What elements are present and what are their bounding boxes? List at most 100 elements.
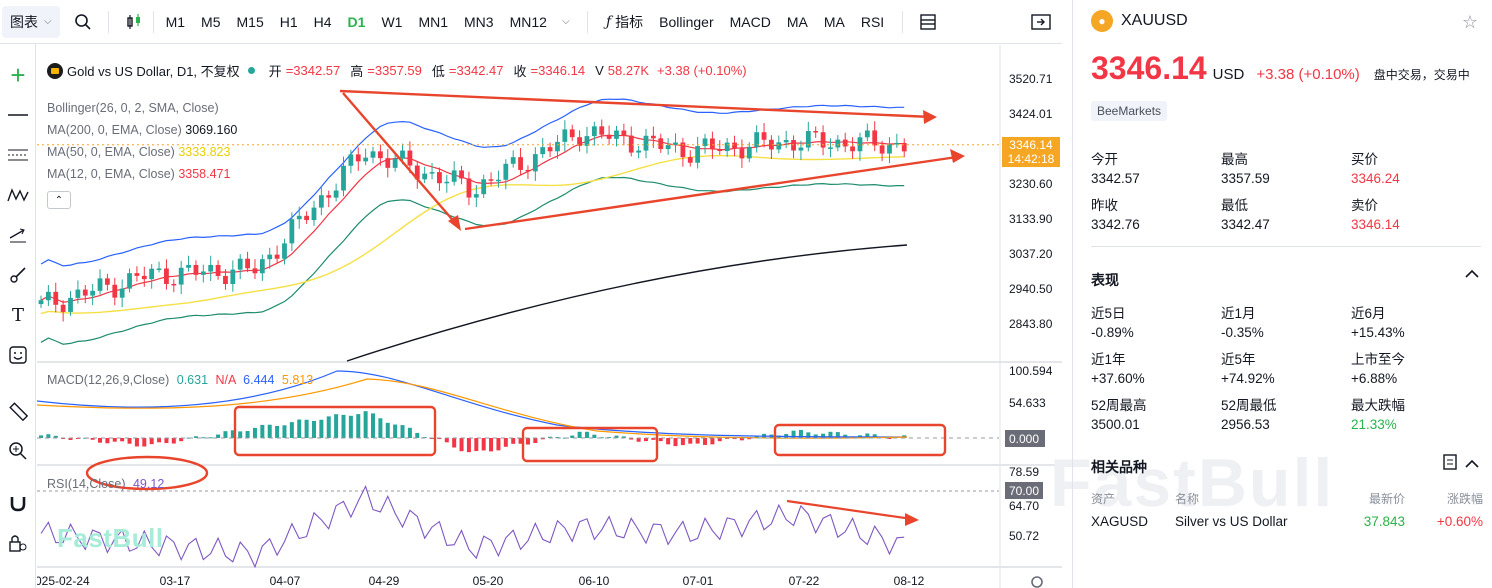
timeframe-h1[interactable]: H1	[272, 7, 306, 37]
candle-body	[842, 139, 848, 147]
stat-value: 3346.14	[1351, 217, 1400, 232]
chevron-up-icon[interactable]	[1465, 456, 1479, 472]
text-icon[interactable]: T	[3, 300, 33, 330]
ma12-legend[interactable]: MA(12, 0, EMA, Close) 3358.471	[47, 167, 230, 181]
date-axis-label: 07-22	[789, 574, 820, 588]
candle-body	[636, 150, 642, 153]
trend-line-icon[interactable]	[3, 100, 33, 130]
timeframe-h4[interactable]: H4	[306, 7, 340, 37]
rsi-axis-label: 50.72	[1009, 529, 1039, 543]
timeframe-mn1[interactable]: MN1	[410, 7, 456, 37]
stat-label: 买价	[1351, 152, 1378, 167]
star-icon[interactable]: ☆	[1462, 12, 1478, 33]
perf-value: -0.89%	[1091, 325, 1134, 340]
list-icon[interactable]	[1443, 454, 1457, 473]
emoji-icon[interactable]	[3, 340, 33, 370]
table-row[interactable]: XAGUSD Silver vs US Dollar 37.843 +0.60%	[1091, 514, 1483, 529]
zoom-in-icon[interactable]	[3, 436, 33, 466]
projection-icon[interactable]	[3, 220, 33, 250]
candle-body	[141, 275, 147, 280]
indicator-ma-2[interactable]: MA	[816, 7, 853, 37]
close-value: =3346.14	[530, 63, 586, 78]
chevron-up-icon[interactable]	[1465, 266, 1479, 282]
macd-histogram-bar	[164, 438, 169, 444]
chart-type-label: 图表	[10, 13, 38, 30]
chevron-down-icon[interactable]: ⌵	[555, 7, 577, 37]
ma200-legend[interactable]: MA(200, 0, EMA, Close) 3069.160	[47, 123, 237, 137]
candle-body	[724, 142, 730, 152]
rsi-axis-label: 70.00	[1009, 484, 1039, 498]
indicator-rsi[interactable]: RSI	[853, 7, 892, 37]
candle-body	[503, 163, 509, 180]
perf-5d: 近5日 -0.89%	[1091, 302, 1221, 340]
crosshair-icon[interactable]: +	[3, 60, 33, 90]
candle-body	[429, 172, 435, 174]
macd-histogram-bar	[157, 438, 162, 443]
timeframe-m5[interactable]: M5	[193, 7, 228, 37]
countdown-label: 14:42:18	[1007, 152, 1055, 166]
macd-histogram-bar	[636, 438, 641, 442]
timeframe-d1[interactable]: D1	[340, 7, 374, 37]
bollinger-legend[interactable]: Bollinger(26, 0, 2, SMA, Close)	[47, 101, 219, 115]
open-value: =3342.57	[285, 63, 341, 78]
indicator-macd[interactable]: MACD	[722, 7, 779, 37]
col-name: 名称	[1175, 492, 1200, 506]
price-axis-label: 3133.90	[1009, 212, 1053, 226]
collapse-legend-button[interactable]: ⌃	[47, 191, 71, 209]
macd-histogram-bar	[474, 438, 479, 452]
perf-label: 近5日	[1091, 306, 1126, 321]
collapse-panel-icon[interactable]	[1026, 7, 1056, 37]
perf-label: 52周最低	[1221, 398, 1277, 413]
timeframe-w1[interactable]: W1	[373, 7, 410, 37]
ma50-legend[interactable]: MA(50, 0, EMA, Close) 3333.823	[47, 145, 230, 159]
drawing-toolbar: + T	[0, 44, 36, 588]
candle-body	[444, 181, 450, 184]
macd-histogram-bar	[577, 431, 582, 438]
macd-histogram-bar	[105, 438, 110, 444]
annotation-box	[521, 426, 659, 463]
magnet-icon[interactable]	[3, 488, 33, 518]
candle-body	[451, 170, 457, 182]
candle-body	[149, 268, 155, 280]
horizontal-lines-icon[interactable]	[3, 140, 33, 170]
lock-drawings-icon[interactable]	[3, 528, 33, 558]
search-icon[interactable]	[68, 7, 98, 37]
brush-icon[interactable]	[3, 260, 33, 290]
candle-body	[296, 215, 302, 220]
timeframe-m1[interactable]: M1	[158, 7, 193, 37]
function-icon: ƒ	[605, 13, 612, 30]
perf-label: 近1年	[1091, 352, 1126, 367]
timeframe-m15[interactable]: M15	[229, 7, 272, 37]
perf-value: 21.33%	[1351, 417, 1397, 432]
macd-histogram-bar	[503, 438, 508, 447]
broker-badge[interactable]: BeeMarkets	[1091, 101, 1168, 121]
candlestick-icon[interactable]	[119, 7, 149, 37]
pattern-icon[interactable]	[3, 180, 33, 210]
macd-legend[interactable]: MACD(12,26,9,Close) 0.631 N/A 6.444 5.81…	[47, 373, 313, 387]
candle-body	[45, 291, 51, 301]
macd-histogram-bar	[208, 437, 213, 439]
rsi-legend[interactable]: RSI(14,Close) 49.12	[47, 477, 164, 491]
candle-body	[105, 278, 110, 285]
timeframe-mn12[interactable]: MN12	[502, 7, 555, 37]
indicator-bollinger[interactable]: Bollinger	[651, 7, 721, 37]
candle-body	[776, 142, 782, 150]
candle-body	[400, 150, 405, 159]
instrument-panel: ● XAUUSD ☆ 3346.14 USD +3.38 (+0.10%) 盘中…	[1072, 0, 1492, 588]
layout-icon[interactable]	[913, 7, 943, 37]
candle-body	[547, 147, 553, 152]
panel-symbol: XAUUSD	[1121, 12, 1188, 29]
candle-body	[171, 283, 177, 286]
annotation-upper-trendline	[339, 89, 933, 119]
timeframe-mn3[interactable]: MN3	[456, 7, 502, 37]
macd-histogram-bar	[688, 438, 693, 444]
stat-open: 今开 3342.57	[1091, 148, 1221, 186]
indicator-ma[interactable]: MA	[779, 7, 816, 37]
price-chart[interactable]: 3520.713424.013327.303230.603133.903037.…	[37, 45, 1062, 588]
macd-histogram-bar	[282, 425, 287, 438]
row-name: Silver vs US Dollar	[1175, 514, 1288, 529]
ruler-icon[interactable]	[3, 396, 33, 426]
chart-type-dropdown[interactable]: 图表 ⌵	[2, 5, 60, 38]
macd-histogram-bar	[267, 424, 272, 438]
indicators-button[interactable]: ƒ 指标	[598, 7, 651, 37]
